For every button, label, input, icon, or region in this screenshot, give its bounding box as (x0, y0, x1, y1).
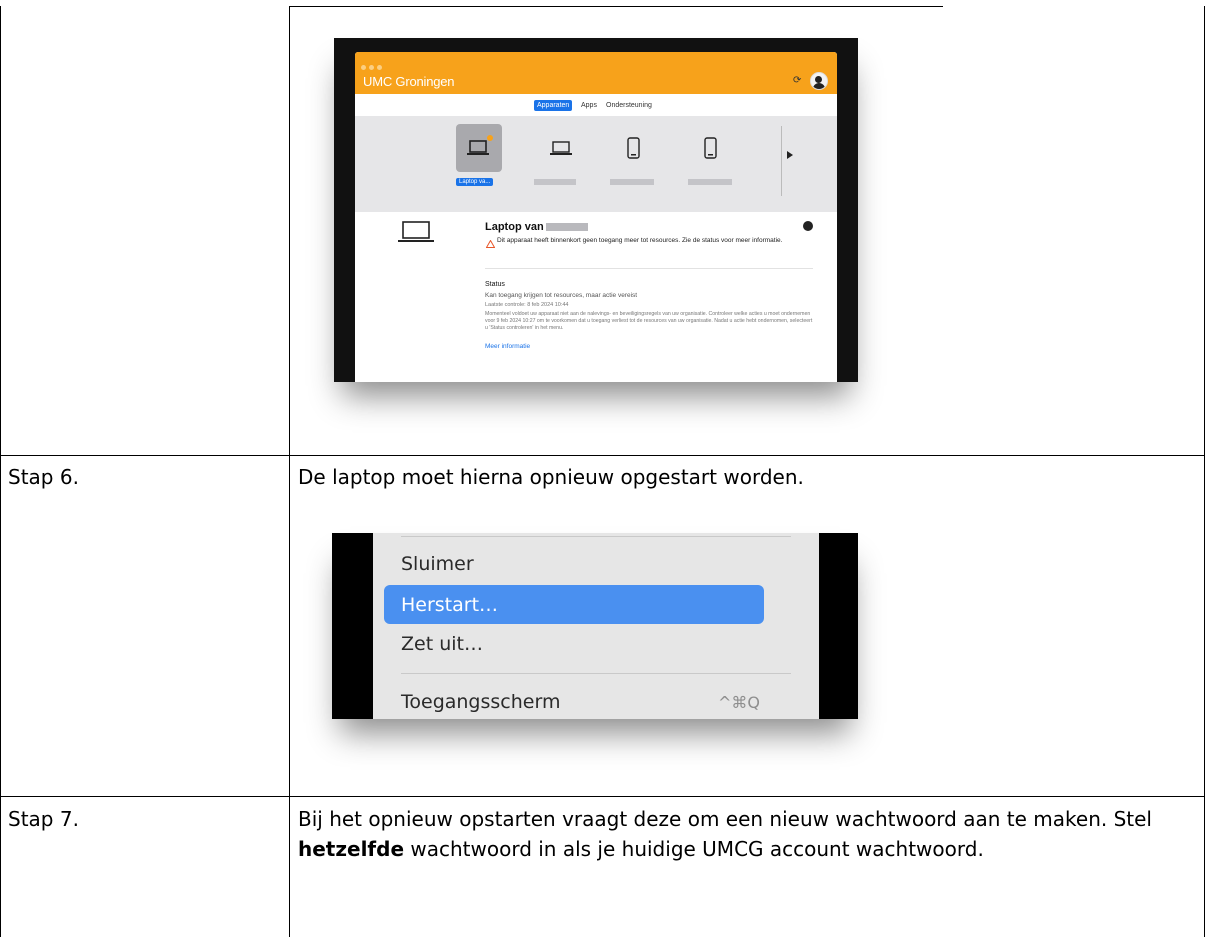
device-tile-laptop[interactable] (538, 124, 584, 172)
step-text-bold: hetzelfde (298, 837, 405, 861)
step-description: Bij het opnieuw opstarten vraagt deze om… (298, 804, 1198, 864)
tab-apps[interactable]: Apps (578, 100, 600, 111)
more-info-link[interactable]: Meer informatie (485, 343, 530, 350)
divider (485, 268, 813, 269)
device-title: Laptop van (485, 221, 544, 233)
warning-message: Dit apparaat heeft binnenkort geen toega… (497, 237, 783, 244)
redacted-device-name (534, 179, 576, 185)
table-row-divider (0, 455, 1205, 456)
redacted-device-name (610, 179, 654, 185)
window-titlebar: UMC Groningen ⟳ (355, 52, 837, 94)
menu-separator (401, 536, 791, 537)
redacted-device-name (688, 179, 732, 185)
more-options-icon[interactable] (803, 221, 813, 231)
app-title: UMC Groningen (363, 74, 455, 89)
tab-apparaten[interactable]: Apparaten (534, 100, 573, 111)
step-description: De laptop moet hierna opnieuw opgestart … (298, 465, 804, 489)
step-label: Stap 6. (8, 465, 79, 489)
phone-icon (627, 137, 640, 159)
warning-icon (486, 240, 495, 248)
menu-item-zet-uit[interactable]: Zet uit… (401, 633, 483, 655)
status-heading: Status (485, 281, 505, 288)
chevron-right-icon[interactable] (787, 151, 793, 159)
menu-shortcut: ^⌘Q (718, 693, 760, 712)
device-label: Laptop va... (456, 178, 494, 186)
apple-menu: Sluimer Herstart… Zet uit… Toegangsscher… (373, 533, 819, 719)
table-column-divider (289, 6, 290, 937)
refresh-icon[interactable]: ⟳ (793, 76, 802, 86)
step-text-before: Bij het opnieuw opstarten vraagt deze om… (298, 807, 1152, 831)
menu-separator (401, 673, 791, 674)
laptop-icon (467, 135, 493, 155)
last-check: Laatste controle: 8 feb 2024 10:44 (485, 302, 569, 308)
step-text-after: wachtwoord in als je huidige UMCG accoun… (404, 837, 984, 861)
device-tile-phone[interactable] (687, 124, 733, 172)
device-carousel: Laptop va... (355, 116, 837, 212)
redacted-device-owner (546, 223, 588, 231)
step-label: Stap 7. (8, 807, 79, 831)
menu-item-sluimer[interactable]: Sluimer (401, 553, 474, 575)
status-body: Momenteel voldoet uw apparaat niet aan d… (485, 311, 813, 331)
table-row-divider (0, 796, 1205, 797)
tab-bar: Apparaten Apps Ondersteuning (355, 94, 837, 117)
device-tile-laptop-selected[interactable] (456, 124, 502, 172)
menu-item-herstart[interactable]: Herstart… (401, 594, 498, 616)
table-top-border (289, 6, 943, 7)
status-subheading: Kan toegang krijgen tot resources, maar … (485, 292, 638, 299)
laptop-icon (398, 221, 434, 242)
window-traffic-lights[interactable] (361, 57, 385, 75)
table-left-border (0, 6, 1, 937)
carousel-divider (781, 126, 782, 196)
tab-ondersteuning[interactable]: Ondersteuning (603, 100, 655, 111)
phone-icon (704, 137, 717, 159)
laptop-icon (550, 141, 572, 155)
company-portal-window: UMC Groningen ⟳ Apparaten Apps Ondersteu… (355, 52, 837, 382)
avatar[interactable] (810, 72, 828, 90)
menu-item-toegangsscherm[interactable]: Toegangsscherm (401, 691, 560, 713)
device-tile-phone[interactable] (610, 124, 656, 172)
